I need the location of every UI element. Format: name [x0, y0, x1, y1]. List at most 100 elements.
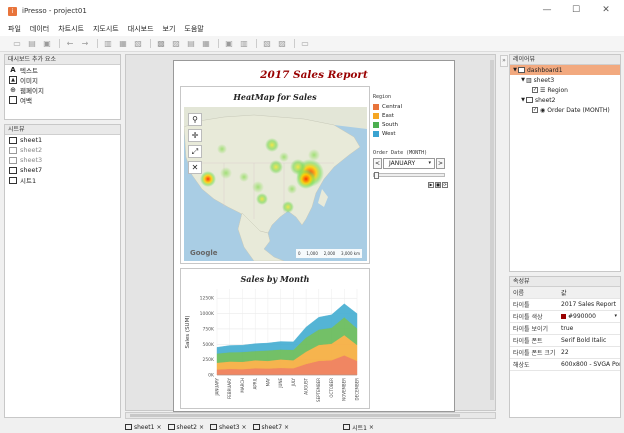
maximize-button[interactable]: ☐ — [565, 3, 587, 17]
menu-help[interactable]: 도움말 — [184, 24, 203, 34]
sheet-item-sheet-kr1[interactable]: 시트1 — [5, 175, 120, 185]
title-bar: i iPresso - project01 — ☐ ✕ — [0, 0, 624, 22]
close-icon[interactable]: × — [199, 424, 204, 431]
edit-icon[interactable]: ▨ — [277, 39, 287, 49]
play-button[interactable]: ▶ — [428, 182, 434, 188]
legend-item[interactable]: Central — [373, 102, 451, 111]
prop-row-title[interactable]: 타이틀 2017 Sales Report — [510, 299, 620, 311]
monitor-icon[interactable]: ▭ — [300, 39, 310, 49]
layer-checkbox[interactable]: ✓ — [532, 87, 538, 93]
close-icon[interactable]: × — [369, 424, 374, 431]
menu-chartsheet[interactable]: 차트시트 — [58, 24, 84, 34]
layer-region[interactable]: ✓ ☰ Region — [510, 85, 620, 95]
element-webpage[interactable]: ⊕ 웹페이지 — [5, 85, 120, 95]
menu-data[interactable]: 데이터 — [30, 24, 49, 34]
element-text[interactable]: A 텍스트 — [5, 65, 120, 75]
tab-sheet-kr1[interactable]: 시트1 × — [343, 423, 374, 432]
sales-area-chart[interactable]: Sales by Month 0K 250K 500K 750K 1000K 1250K J… — [180, 268, 370, 409]
layer-checkbox[interactable]: ✓ — [532, 107, 538, 113]
playback-controls: ▶ ■ ⟳ — [427, 182, 448, 188]
prop-value[interactable]: true — [559, 325, 620, 332]
dashboard-icon[interactable]: ▣ — [224, 39, 234, 49]
table-icon[interactable]: ▦ — [201, 39, 211, 49]
prop-row-title-font-size[interactable]: 타이틀 폰트 크기 22 — [510, 347, 620, 359]
horizontal-scrollbar[interactable] — [125, 412, 496, 419]
chevron-down-icon[interactable]: ▾ — [614, 313, 617, 319]
prop-value[interactable]: 22 — [559, 349, 620, 356]
pan-icon[interactable]: ✛ — [188, 129, 202, 142]
month-filter: < JANUARY ▾ > — [373, 158, 445, 169]
prev-month-button[interactable]: < — [373, 158, 382, 169]
sheet-item-sheet7[interactable]: sheet7 — [5, 165, 120, 175]
app-logo-icon: i — [8, 6, 17, 16]
legend-item[interactable]: South — [373, 120, 451, 129]
layer-sheet2[interactable]: ▼ sheet2 — [510, 95, 620, 105]
element-blank[interactable]: 여백 — [5, 95, 120, 105]
menu-file[interactable]: 파일 — [8, 24, 21, 34]
prop-value-color[interactable]: #990000 ▾ — [559, 313, 620, 320]
legend-item[interactable]: East — [373, 111, 451, 120]
sheet-item-sheet3[interactable]: sheet3 — [5, 155, 120, 165]
close-button[interactable]: ✕ — [595, 3, 617, 17]
prop-row-resolution[interactable]: 해상도 600x800 - SVGA Portrait... — [510, 359, 620, 371]
tab-sheet2[interactable]: sheet2 × — [167, 424, 204, 431]
close-icon[interactable]: × — [156, 424, 161, 431]
report-title[interactable]: 2017 Sales Report — [174, 69, 454, 81]
close-icon[interactable]: × — [284, 424, 289, 431]
menu-mapsheet[interactable]: 지도시트 — [93, 24, 119, 34]
layer-order-date[interactable]: ✓ ◉ Order Date (MONTH) — [510, 105, 620, 115]
layout-icon[interactable]: ▨ — [171, 39, 181, 49]
menu-dashboard[interactable]: 대시보드 — [128, 24, 154, 34]
element-image[interactable]: ▲ 이미지 — [5, 75, 120, 85]
month-slider[interactable] — [373, 172, 445, 179]
collapse-icon[interactable]: ✕ — [188, 161, 202, 174]
month-select[interactable]: JANUARY ▾ — [383, 158, 435, 169]
slider-handle[interactable] — [374, 172, 379, 179]
sheet-icon[interactable]: ▧ — [133, 39, 143, 49]
menu-view[interactable]: 보기 — [163, 24, 176, 34]
new-file-icon[interactable]: ▭ — [12, 39, 22, 49]
chart-icon[interactable]: ▦ — [118, 39, 128, 49]
prop-value[interactable]: Serif Bold Italic — [559, 337, 620, 344]
report-page[interactable]: 2017 Sales Report HeatMap for Sales ⚲ ✛ … — [173, 60, 455, 412]
stop-button[interactable]: ■ — [435, 182, 441, 188]
bar-chart-icon[interactable]: ▥ — [103, 39, 113, 49]
layer-dashboard1[interactable]: ▼ dashboard1 — [510, 65, 620, 75]
heatmap-map[interactable]: ⚲ ✛ ⤢ ✕ Google 0 1,000 2,000 3,000 km — [184, 107, 367, 261]
layer-label: dashboard1 — [527, 66, 563, 74]
map-icon[interactable]: ▥ — [239, 39, 249, 49]
vertical-scrollbar[interactable] — [490, 60, 494, 400]
close-icon[interactable]: × — [242, 424, 247, 431]
grid-icon[interactable]: ▩ — [156, 39, 166, 49]
dashboard-canvas[interactable]: 2017 Sales Report HeatMap for Sales ⚲ ✛ … — [125, 54, 496, 412]
minimize-button[interactable]: — — [536, 3, 558, 17]
layer-sheet3[interactable]: ▼ ▥ sheet3 — [510, 75, 620, 85]
legend-item[interactable]: West — [373, 129, 451, 138]
prop-value[interactable]: 2017 Sales Report — [559, 301, 620, 308]
heatmap-chart[interactable]: HeatMap for Sales ⚲ ✛ ⤢ ✕ Google 0 1,000… — [180, 86, 370, 264]
zoom-search-icon[interactable]: ⚲ — [188, 113, 202, 126]
forward-arrow-icon[interactable]: → — [80, 39, 90, 49]
next-month-button[interactable]: > — [436, 158, 445, 169]
sheet-item-sheet1[interactable]: sheet1 — [5, 135, 120, 145]
layout-split-icon[interactable]: ▤ — [186, 39, 196, 49]
prop-value[interactable]: 600x800 - SVGA Portrait... — [559, 361, 620, 368]
save-icon[interactable]: ▣ — [42, 39, 52, 49]
tab-sheet7[interactable]: sheet7 × — [252, 424, 289, 431]
scale-label: 1,000 — [306, 251, 318, 256]
collapse-panel-button[interactable]: » — [500, 55, 508, 67]
prop-row-title-visible[interactable]: 타이틀 보이기 true — [510, 323, 620, 335]
open-file-icon[interactable]: ▤ — [27, 39, 37, 49]
area-chart-title: Sales by Month — [240, 274, 310, 284]
prop-row-title-color[interactable]: 타이틀 색상 #990000 ▾ — [510, 311, 620, 323]
tab-sheet1[interactable]: sheet1 × — [125, 424, 162, 431]
expand-icon[interactable]: ⤢ — [188, 145, 202, 158]
back-arrow-icon[interactable]: ← — [65, 39, 75, 49]
scrollbar-thumb[interactable] — [130, 414, 460, 417]
tab-sheet3[interactable]: sheet3 × — [210, 424, 247, 431]
prop-row-title-font[interactable]: 타이틀 폰트 Serif Bold Italic — [510, 335, 620, 347]
image-export-icon[interactable]: ▧ — [262, 39, 272, 49]
sheet-item-sheet2[interactable]: sheet2 — [5, 145, 120, 155]
loop-button[interactable]: ⟳ — [442, 182, 448, 188]
sheet-icon — [252, 424, 260, 430]
